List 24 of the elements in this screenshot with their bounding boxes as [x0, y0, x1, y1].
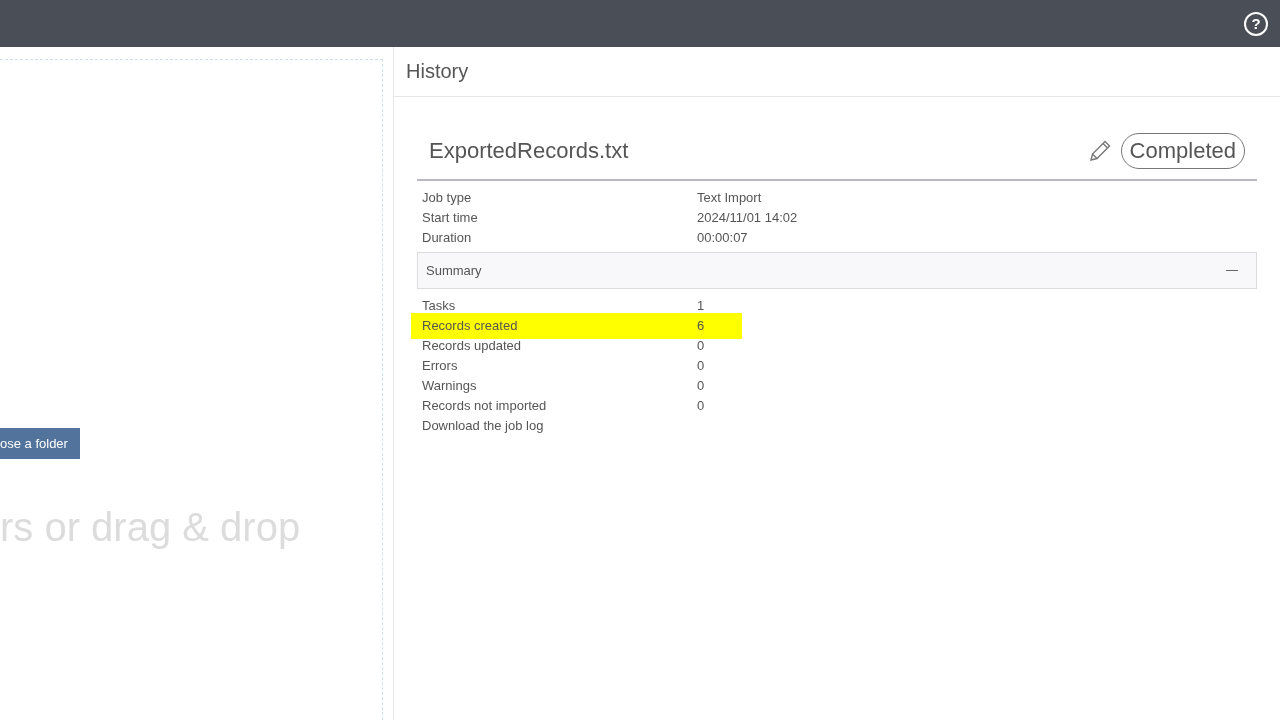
choose-folder-button[interactable]: ose a folder — [0, 428, 80, 459]
help-button[interactable]: ? — [1244, 11, 1268, 36]
summary-label: Tasks — [422, 297, 456, 315]
file-name: ExportedRecords.txt — [429, 138, 630, 164]
detail-value: 00:00:07 — [697, 229, 748, 247]
summary-value: 0 — [697, 377, 705, 395]
detail-value: 2024/11/01 14:02 — [697, 209, 798, 227]
job-log-link[interactable]: Download the job log — [417, 416, 549, 436]
summary-label: Records not imported — [422, 397, 547, 415]
summary-label: Records updated — [422, 337, 521, 355]
summary-value: 0 — [697, 337, 705, 355]
summary-label: Warnings — [422, 377, 477, 395]
detail-label: Duration — [422, 229, 472, 247]
summary-value: 0 — [697, 357, 705, 375]
summary-value: 0 — [697, 397, 705, 415]
history-title: History — [394, 47, 1280, 97]
summary-label: Errors — [422, 357, 458, 375]
summary-value: 6 — [697, 317, 705, 335]
summary-value: 1 — [697, 297, 705, 315]
summary-label: Records created — [422, 317, 518, 335]
summary-header[interactable]: Summary — [417, 252, 1257, 289]
detail-label: Job type — [422, 189, 472, 207]
detail-value: Text Import — [697, 189, 762, 207]
detail-label: Start time — [422, 209, 478, 227]
